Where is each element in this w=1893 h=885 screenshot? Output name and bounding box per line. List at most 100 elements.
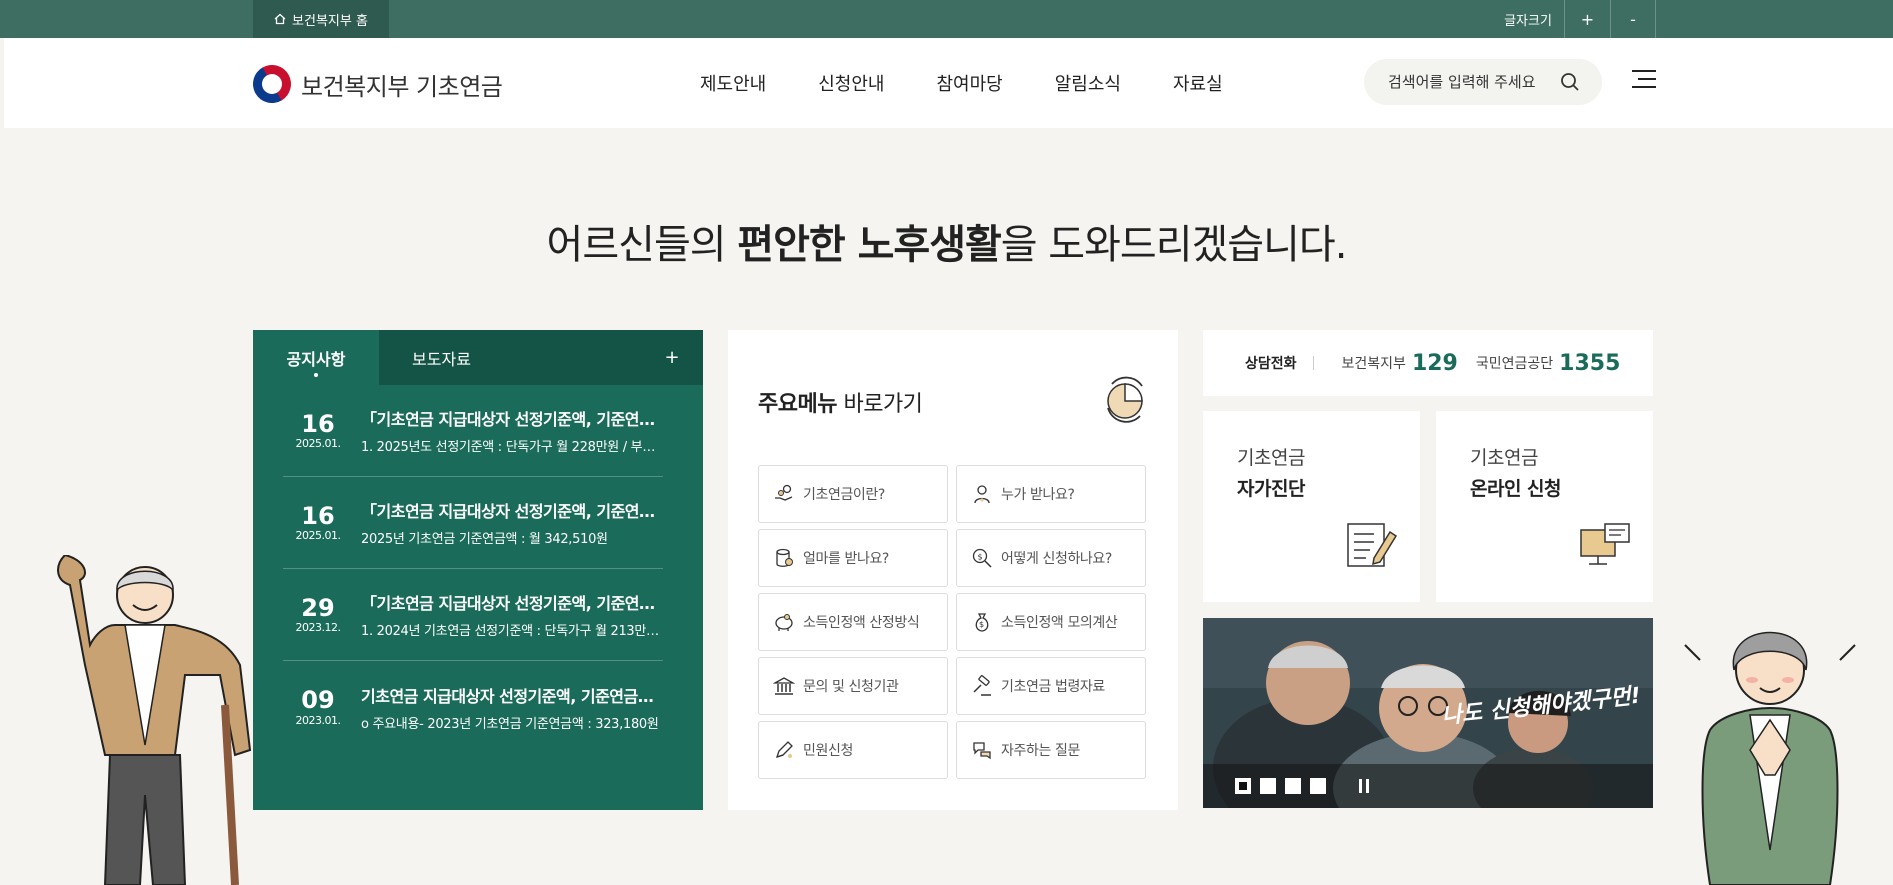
- svg-text:$: $: [978, 553, 983, 562]
- notice-year-month: 2023.01.: [295, 713, 341, 727]
- menu-who-receives[interactable]: 누가 받나요?: [956, 465, 1146, 523]
- card-subtitle: 기초연금: [1470, 447, 1538, 469]
- main-menu-panel: 주요메뉴 바로가기 기초연금이란? 누가 받나요? 얼마를 받나요? $ 어떻게…: [728, 330, 1178, 810]
- gavel-icon: [973, 675, 991, 696]
- tab-notices[interactable]: 공지사항: [253, 330, 379, 385]
- menu-label: 민원신청: [803, 743, 853, 759]
- notice-tab-bar: 공지사항 보도자료 +: [253, 330, 703, 385]
- menu-label: 얼마를 받나요?: [803, 551, 889, 567]
- hotline-number-ministry[interactable]: 129: [1412, 351, 1458, 376]
- online-application-card[interactable]: 기초연금 온라인 신청: [1436, 411, 1653, 602]
- notice-desc: 1. 2024년 기초연금 선정기준액 : 단독가구 월 213만원 / 부부가…: [361, 624, 663, 639]
- font-size-decrease-button[interactable]: -: [1610, 0, 1656, 38]
- nav-item-participation[interactable]: 참여마당: [937, 70, 1003, 96]
- hero-title-prefix: 어르신들의: [546, 222, 738, 268]
- menu-label: 문의 및 신청기관: [803, 679, 899, 695]
- notice-item[interactable]: 16 2025.01. 「기초연금 지급대상자 선정기준액, 기준연금액 고시」…: [283, 477, 663, 569]
- computer-icon: [1580, 523, 1630, 565]
- font-size-increase-button[interactable]: +: [1564, 0, 1610, 38]
- menu-faq[interactable]: 자주하는 질문: [956, 721, 1146, 779]
- menu-income-calc-method[interactable]: 소득인정액 산정방식: [758, 593, 948, 651]
- font-size-label: 글자크기: [1504, 13, 1552, 29]
- notice-title[interactable]: 「기초연금 지급대상자 선정기준액, 기준연금액 고시」 일부개정: [361, 498, 663, 522]
- notice-date: 16 2025.01.: [283, 502, 353, 543]
- notice-date: 09 2023.01.: [283, 686, 353, 727]
- main-menu-title: 주요메뉴 바로가기: [758, 386, 923, 418]
- hero-title-bold: 편안한 노후생활: [737, 222, 1002, 268]
- hotline-org-ministry: 보건복지부: [1341, 356, 1406, 372]
- menu-label: 자주하는 질문: [1001, 743, 1080, 759]
- ministry-home-link[interactable]: 보건복지부 홈: [253, 0, 389, 38]
- nav-item-news[interactable]: 알림소식: [1055, 70, 1121, 96]
- notice-day: 09: [301, 686, 335, 715]
- taegeuk-logo-icon: [246, 58, 298, 110]
- nav-item-system[interactable]: 제도안내: [700, 70, 766, 96]
- nav-item-resources[interactable]: 자료실: [1173, 70, 1223, 96]
- hero-title: 어르신들의 편안한 노후생활을 도와드리겠습니다.: [0, 212, 1893, 270]
- slide-indicator-2[interactable]: [1260, 778, 1276, 794]
- search-icon[interactable]: [1560, 72, 1580, 92]
- notice-desc: o 주요내용- 2023년 기초연금 기준연금액 : 323,180원: [361, 716, 659, 732]
- grandfather-illustration: [57, 555, 252, 885]
- hero-title-suffix: 을 도와드리겠습니다.: [1000, 222, 1348, 268]
- notice-title[interactable]: 기초연금 지급대상자 선정기준액, 기준연금액 고시 일부개정: [361, 683, 663, 707]
- utility-bar: 보건복지부 홈 글자크기 + -: [0, 0, 1893, 38]
- grandmother-illustration: [1684, 631, 1856, 885]
- notice-item[interactable]: 29 2023.12. 「기초연금 지급대상자 선정기준액, 기준연금액 고시」…: [283, 569, 663, 661]
- pause-icon[interactable]: [1359, 779, 1371, 793]
- notice-desc: 2025년 기초연금 기준연금액 : 월 342,510원: [361, 532, 608, 547]
- menu-label: 기초연금 법령자료: [1001, 679, 1105, 695]
- tab-press-releases[interactable]: 보도자료: [379, 330, 504, 385]
- self-diagnosis-card[interactable]: 기초연금 자가진단: [1203, 411, 1420, 602]
- search-box: [1364, 59, 1602, 105]
- pen-icon: [775, 741, 793, 759]
- notice-item[interactable]: 09 2023.01. 기초연금 지급대상자 선정기준액, 기준연금액 고시 일…: [283, 661, 664, 753]
- card-title: 온라인 신청: [1470, 478, 1562, 500]
- menu-label: 소득인정액 모의계산: [1001, 615, 1118, 631]
- search-input[interactable]: [1388, 73, 1558, 91]
- main-nav: 제도안내 신청안내 참여마당 알림소식 자료실: [700, 70, 1275, 96]
- hotline-org-nps: 국민연금공단: [1475, 356, 1554, 372]
- notice-year-month: 2025.01.: [295, 529, 341, 543]
- search-money-icon: $: [972, 548, 992, 568]
- slide-indicator-3[interactable]: [1285, 778, 1301, 794]
- notice-title[interactable]: 「기초연금 지급대상자 선정기준액, 기준연금액 고시」 일부개정: [361, 406, 663, 430]
- menu-basic-pension-about[interactable]: 기초연금이란?: [758, 465, 948, 523]
- svg-text:$: $: [979, 620, 984, 629]
- menu-label: 기초연금이란?: [803, 487, 885, 503]
- menu-inquiry-institutions[interactable]: 문의 및 신청기관: [758, 657, 948, 715]
- logo-text: 보건복지부 기초연금: [301, 72, 503, 101]
- main-menu-title-rest: 바로가기: [836, 392, 923, 417]
- notice-list: 16 2025.01. 「기초연금 지급대상자 선정기준액, 기준연금액 고시」…: [253, 385, 703, 753]
- piggy-bank-icon: [775, 614, 793, 631]
- refresh-circle-icon: [1107, 376, 1143, 423]
- money-bag-icon: $: [975, 613, 989, 632]
- menu-legal-resources[interactable]: 기초연금 법령자료: [956, 657, 1146, 715]
- coin-stack-icon: [776, 548, 793, 567]
- hamburger-menu-icon[interactable]: [1632, 70, 1656, 90]
- nav-item-application[interactable]: 신청안내: [818, 70, 884, 96]
- chat-bubbles-icon: [973, 742, 991, 760]
- menu-how-much[interactable]: 얼마를 받나요?: [758, 529, 948, 587]
- menu-label: 누가 받나요?: [1001, 487, 1075, 503]
- person-icon: [974, 485, 990, 504]
- notice-day: 29: [301, 593, 335, 622]
- menu-how-to-apply[interactable]: $ 어떻게 신청하나요?: [956, 529, 1146, 587]
- menu-income-simulation[interactable]: $ 소득인정액 모의계산: [956, 593, 1146, 651]
- notice-more-button[interactable]: +: [657, 330, 687, 385]
- notice-date: 29 2023.12.: [283, 593, 353, 634]
- banner-controls: [1203, 764, 1653, 808]
- promo-banner[interactable]: 나도 신청해야겠구먼!: [1203, 618, 1653, 808]
- checklist-icon: [1347, 523, 1398, 567]
- notice-year-month: 2025.01.: [295, 437, 341, 451]
- menu-label: 소득인정액 산정방식: [803, 615, 920, 631]
- notice-item[interactable]: 16 2025.01. 「기초연금 지급대상자 선정기준액, 기준연금액 고시」…: [283, 385, 663, 477]
- menu-civil-petition[interactable]: 민원신청: [758, 721, 948, 779]
- notice-title[interactable]: 「기초연금 지급대상자 선정기준액, 기준연금액 고시」 일부개정: [361, 590, 663, 614]
- site-logo[interactable]: 보건복지부 기초연금: [246, 58, 503, 110]
- slide-indicator-4[interactable]: [1310, 778, 1326, 794]
- ministry-home-label: 보건복지부 홈: [292, 13, 368, 29]
- notice-day: 16: [301, 409, 335, 438]
- slide-indicator-1[interactable]: [1235, 778, 1251, 794]
- hotline-number-nps[interactable]: 1355: [1559, 351, 1620, 376]
